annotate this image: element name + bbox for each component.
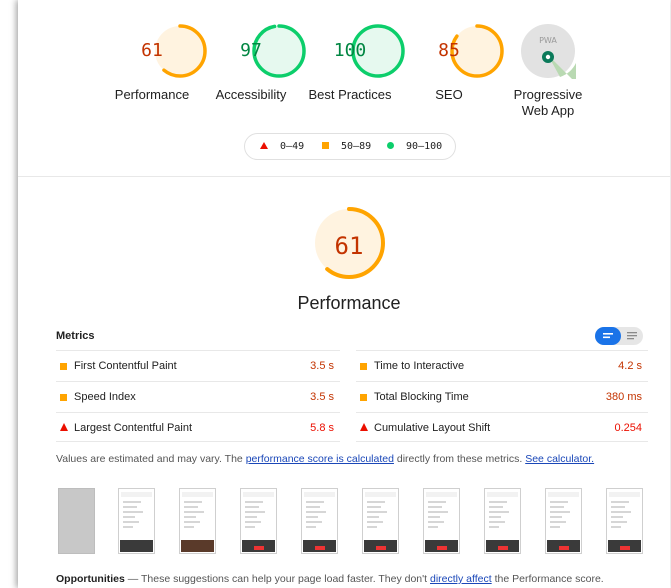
average-square-icon [360, 363, 367, 370]
filmstrip-frame [58, 488, 95, 554]
filmstrip-frame [545, 488, 582, 554]
note-middle: directly from these metrics. [393, 453, 526, 465]
performance-score-link[interactable]: performance score is calculated [246, 453, 394, 465]
metrics-heading: Metrics [56, 330, 95, 342]
pwa-label-line2: Web App [521, 103, 575, 118]
filmstrip-frame [301, 488, 338, 554]
see-calculator-link[interactable]: See calculator. [525, 453, 594, 465]
opportunities-heading: Opportunities [56, 573, 125, 585]
directly-affect-link[interactable]: directly affect [430, 573, 492, 585]
filmstrip-frame [179, 488, 216, 554]
average-square-icon [322, 142, 329, 149]
fail-triangle-icon [60, 423, 68, 431]
performance-title: Performance [297, 293, 401, 313]
legend-pass-text: 90–100 [406, 141, 443, 152]
metric-name: First Contentful Paint [74, 360, 177, 372]
filmstrip-frame [606, 488, 643, 554]
toggle-compact-view[interactable] [595, 327, 621, 345]
filmstrip-frame [484, 488, 521, 554]
lighthouse-report: 61 Performance 97 Accessibility 100 Best… [18, 0, 670, 588]
filmstrip-frame [423, 488, 460, 554]
fail-triangle-icon [360, 423, 368, 431]
filmstrip-frame [240, 488, 277, 554]
gauge-score-accessibility: 97 [240, 40, 262, 61]
legend-fail-text: 0–49 [280, 141, 305, 152]
legend-average-text: 50–89 [341, 141, 372, 152]
pwa-badge-text: PWA [539, 36, 557, 45]
opportunities-text: — These suggestions can help your page l… [124, 573, 430, 585]
gauge-label-best-practices[interactable]: Best Practices [300, 87, 400, 102]
average-square-icon [60, 394, 67, 401]
legend-average: 50–89 [322, 141, 371, 152]
gauge-label-performance[interactable]: Performance [102, 87, 202, 102]
pwa-label-line1: Progressive [513, 87, 583, 102]
legend-pass: 90–100 [387, 141, 442, 152]
filmstrip-frame [362, 488, 399, 554]
filmstrip-frame [118, 488, 155, 554]
metrics-view-toggle[interactable] [595, 327, 643, 345]
gauge-score-performance: 61 [141, 40, 163, 61]
metric-name: Largest Contentful Paint [74, 422, 193, 434]
section-divider [18, 176, 670, 177]
gauge-pwa[interactable]: PWA [520, 23, 576, 79]
metric-value: 3.5 s [310, 360, 334, 372]
expanded-lines-icon[interactable] [623, 327, 641, 345]
metric-time-to-interactive: Time to Interactive 4.2 s [356, 350, 648, 380]
metric-value: 380 ms [605, 391, 642, 403]
metric-value: 0.254 [614, 422, 642, 434]
metric-cumulative-layout-shift: Cumulative Layout Shift 0.254 [356, 412, 648, 442]
metric-value: 4.2 s [618, 360, 642, 372]
average-square-icon [60, 363, 67, 370]
score-legend: 0–49 50–89 90–100 [244, 133, 456, 160]
gauge-score-seo: 85 [438, 40, 460, 61]
metric-first-contentful-paint: First Contentful Paint 3.5 s [56, 350, 340, 380]
compact-lines-icon [603, 333, 613, 339]
metric-largest-contentful-paint: Largest Contentful Paint 5.8 s [56, 412, 340, 442]
performance-big-score: 61 [334, 232, 364, 260]
metric-total-blocking-time: Total Blocking Time 380 ms [356, 381, 648, 411]
gauge-label-pwa[interactable]: Progressive Web App [498, 87, 598, 119]
metrics-note: Values are estimated and may vary. The p… [56, 453, 594, 465]
opportunities-text-end: the Performance score. [491, 573, 604, 585]
gauge-score-best-practices: 100 [333, 40, 367, 61]
pwa-badge-icon: PWA [521, 24, 576, 79]
metric-value: 5.8 s [310, 422, 334, 434]
metric-name: Cumulative Layout Shift [374, 422, 491, 434]
note-prefix: Values are estimated and may vary. The [56, 453, 246, 465]
legend-fail: 0–49 [260, 141, 304, 152]
metric-value: 3.5 s [310, 391, 334, 403]
metric-name: Time to Interactive [374, 360, 465, 372]
opportunities-line: Opportunities — These suggestions can he… [56, 573, 604, 585]
fail-triangle-icon [260, 142, 268, 149]
metric-name: Total Blocking Time [374, 391, 469, 403]
gauge-label-accessibility[interactable]: Accessibility [201, 87, 301, 102]
pass-dot-icon [387, 142, 394, 149]
gauge-label-seo[interactable]: SEO [399, 87, 499, 102]
metric-speed-index: Speed Index 3.5 s [56, 381, 340, 411]
average-square-icon [360, 394, 367, 401]
metric-name: Speed Index [74, 391, 136, 403]
